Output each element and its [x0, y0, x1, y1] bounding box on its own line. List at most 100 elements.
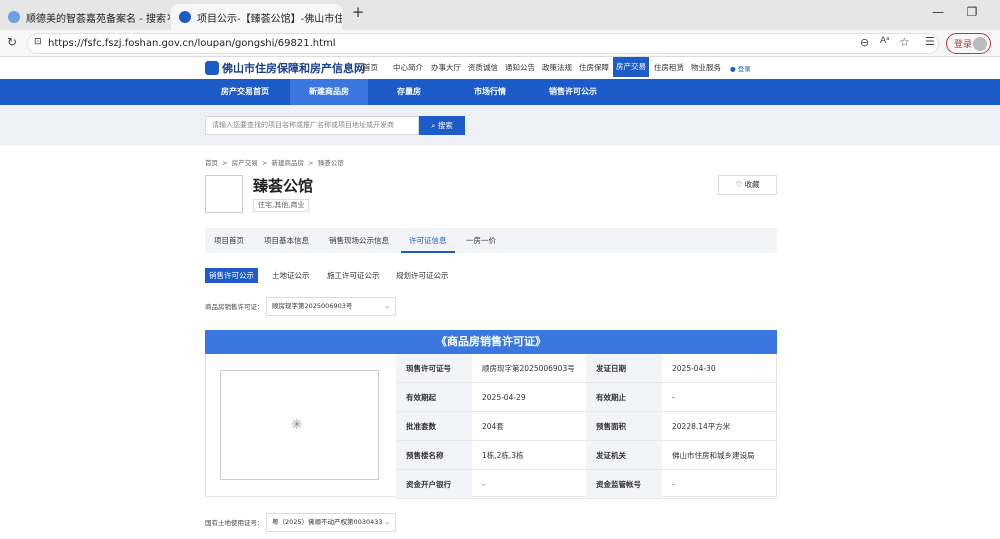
permit-select[interactable]: 顺房现字第2025006903号 ⌄	[266, 297, 396, 316]
cert-key: 发证日期	[586, 354, 662, 383]
main-nav-market[interactable]: 市场行情	[458, 79, 522, 105]
logo-mark-icon	[205, 61, 219, 75]
chevron-down-icon: ⌄	[384, 518, 390, 526]
cert-value: -	[662, 470, 777, 499]
search-band	[0, 105, 1000, 145]
tab-title: 顺德美的智荟嘉苑备案名 - 搜索	[26, 13, 166, 25]
favorite-label: 收藏	[744, 180, 760, 189]
top-nav-property-trading[interactable]: 房产交易	[613, 57, 649, 77]
site-login-link[interactable]: ● 登录	[730, 63, 751, 73]
lock-icon: ⊡	[34, 37, 42, 47]
cert-key: 资金开户银行	[396, 470, 472, 499]
main-nav-sales-permits[interactable]: 销售许可公示	[540, 79, 606, 105]
site-logo[interactable]: 佛山市住房保障和房产信息网	[205, 60, 365, 76]
breadcrumb-trading[interactable]: 房产交易	[232, 159, 258, 167]
close-icon[interactable]: ✕	[166, 11, 170, 24]
restore-icon[interactable]: ❐	[962, 5, 982, 19]
permit-select-value: 顺房现字第2025006903号	[272, 302, 353, 310]
project-type-tag: 住宅,其他,商业	[253, 199, 310, 212]
site-login-label: 登录	[737, 65, 751, 73]
cert-value: 20228.14平方米	[662, 412, 777, 441]
favorites-list-icon[interactable]: ☰	[925, 35, 935, 48]
heart-icon: ♡	[735, 180, 743, 189]
breadcrumb: 首页 > 房产交易 > 新建商品房 > 臻荟公馆	[205, 157, 344, 167]
reload-icon[interactable]: ↻	[7, 35, 17, 49]
certificate-title: 《商品房销售许可证》	[205, 330, 777, 354]
loading-spinner-icon: ✳	[291, 417, 303, 433]
tab-title: 项目公示-【臻荟公馆】-佛山市住	[197, 13, 342, 25]
browser-tab-project[interactable]: 项目公示-【臻荟公馆】-佛山市住 ✕	[171, 4, 342, 30]
cert-key: 发证机关	[586, 441, 662, 470]
breadcrumb-separator: >	[308, 159, 314, 167]
land-cert-select[interactable]: 粤（2025）佛顺不动产权第0030433 ⌄	[266, 513, 396, 532]
top-nav-notices[interactable]: 通知公告	[505, 62, 535, 73]
cert-key: 预售楼名称	[396, 441, 472, 470]
cert-key: 有效期起	[396, 383, 472, 412]
cert-value: 204套	[472, 412, 586, 441]
breadcrumb-home[interactable]: 首页	[205, 159, 218, 167]
minimize-icon[interactable]: —	[928, 5, 948, 19]
permit-select-label: 商品房销售许可证：	[205, 303, 264, 311]
tab-project-home[interactable]: 项目首页	[214, 228, 244, 253]
subtab-planning-permit[interactable]: 规划许可证公示	[396, 268, 449, 283]
url-text: https://fsfc.fszj.foshan.gov.cn/loupan/g…	[48, 38, 336, 49]
search-button[interactable]: ⌕ 搜索	[419, 116, 465, 135]
breadcrumb-current: 臻荟公馆	[317, 159, 344, 167]
login-label: 登录	[954, 40, 973, 50]
cert-value: -	[662, 383, 777, 412]
cert-value: 1栋,2栋,3栋	[472, 441, 586, 470]
cert-value: 2025-04-30	[662, 354, 777, 383]
search-icon	[8, 11, 20, 23]
top-nav-housing-security[interactable]: 住房保障	[579, 62, 609, 73]
main-nav-new-homes[interactable]: 新建商品房	[290, 79, 368, 105]
breadcrumb-new-homes[interactable]: 新建商品房	[271, 159, 304, 167]
cert-key: 有效期止	[586, 383, 662, 412]
page-title: 臻荟公馆	[253, 177, 314, 195]
subtab-construction-permit[interactable]: 施工许可证公示	[327, 268, 380, 283]
cert-value: 顺房现字第2025006903号	[472, 354, 586, 383]
read-aloud-icon[interactable]: Aᵃ	[880, 36, 890, 46]
cert-key: 资金监管帐号	[586, 470, 662, 499]
cert-key: 批准套数	[396, 412, 472, 441]
tab-permit-info[interactable]: 许可证信息	[401, 228, 455, 253]
cert-value: 2025-04-29	[472, 383, 586, 412]
search-input[interactable]: 请输入您要查找的项目名称或推广名称或项目地址或开发商	[205, 116, 419, 135]
avatar	[973, 36, 987, 51]
certificate-image[interactable]: ✳	[220, 370, 379, 480]
logo-text: 佛山市住房保障和房产信息网	[222, 62, 365, 75]
subtab-sales-permit[interactable]: 销售许可公示	[205, 268, 258, 283]
search-button-label: 搜索	[437, 121, 453, 130]
tab-basic-info[interactable]: 项目基本信息	[264, 228, 309, 253]
top-nav-rental[interactable]: 住房租赁	[654, 62, 684, 73]
url-field[interactable]: ⊡ https://fsfc.fszj.foshan.gov.cn/loupan…	[27, 33, 939, 54]
favorite-star-icon[interactable]: ☆	[899, 35, 910, 49]
browser-login-button[interactable]: 登录	[946, 33, 991, 54]
cert-value: 佛山市住房和城乡建设局	[662, 441, 777, 470]
cert-value: -	[472, 470, 586, 499]
top-nav-services[interactable]: 办事大厅	[431, 62, 461, 73]
project-thumbnail	[205, 175, 243, 213]
cert-key: 预售面积	[586, 412, 662, 441]
top-nav-policy[interactable]: 政策法规	[542, 62, 572, 73]
certificate-table: 现售许可证号 顺房现字第2025006903号 发证日期 2025-04-30 …	[396, 354, 777, 499]
zoom-icon[interactable]: ⊖	[860, 36, 869, 49]
top-nav-about[interactable]: 中心简介	[393, 62, 423, 73]
favorite-button[interactable]: ♡ 收藏	[718, 175, 777, 195]
land-select-value: 粤（2025）佛顺不动产权第0030433	[272, 518, 383, 526]
site-favicon-icon	[179, 11, 191, 23]
tab-price-list[interactable]: 一房一价	[466, 228, 496, 253]
breadcrumb-separator: >	[261, 159, 268, 167]
browser-tab-search[interactable]: 顺德美的智荟嘉苑备案名 - 搜索 ✕	[0, 4, 170, 30]
top-nav-property-service[interactable]: 物业服务	[691, 62, 721, 73]
breadcrumb-separator: >	[222, 159, 228, 167]
main-nav-existing-homes[interactable]: 存量房	[378, 79, 440, 105]
subtab-land-cert[interactable]: 土地证公示	[272, 268, 310, 283]
tab-sales-site-info[interactable]: 销售现场公示信息	[329, 228, 389, 253]
cert-key: 现售许可证号	[396, 354, 472, 383]
top-nav-home[interactable]: 首页	[363, 62, 378, 73]
top-nav-credit[interactable]: 资质诚信	[468, 62, 498, 73]
user-icon: ●	[730, 65, 736, 73]
main-nav-trading-home[interactable]: 房产交易首页	[205, 79, 285, 105]
land-select-label: 国有土地使用证号：	[205, 519, 264, 527]
new-tab-button[interactable]: +	[348, 3, 368, 21]
